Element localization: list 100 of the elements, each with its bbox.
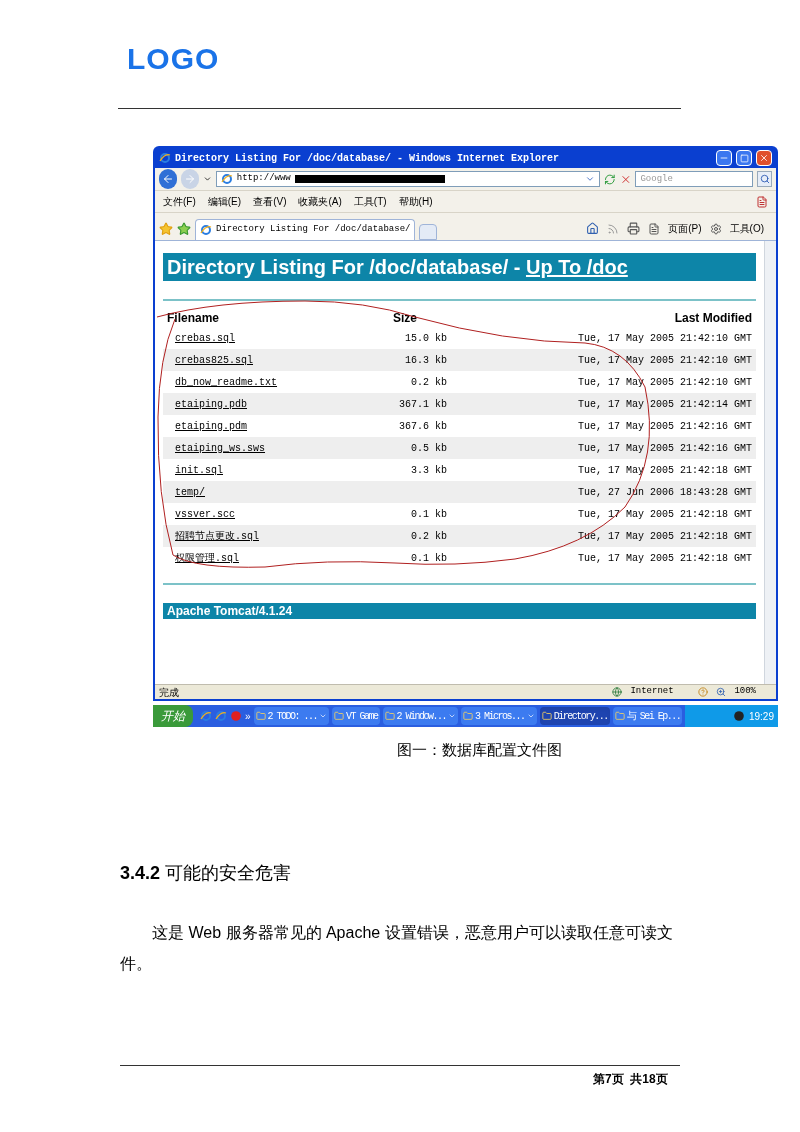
modified-date: Tue, 17 May 2005 21:42:18 GMT [576,551,752,566]
menu-item[interactable]: 收藏夹(A) [298,194,342,209]
group-dropdown-icon[interactable] [526,712,535,720]
page-icon[interactable] [756,195,768,208]
scrollbar[interactable] [764,241,776,684]
search-button[interactable] [757,171,772,187]
window-icon [384,711,395,721]
modified-date: Tue, 17 May 2005 21:42:10 GMT [576,353,752,368]
taskbar-item[interactable]: Directory... [539,707,610,725]
file-size: 367.1 kb [398,397,447,412]
more-launchers[interactable]: » [245,708,251,724]
file-link[interactable]: etaiping_ws.sws [167,440,347,456]
new-tab-button[interactable] [419,224,437,240]
taskbar-label: 与 Sei Ep... [626,709,681,724]
page-number: 第7页 共18页 [593,1070,669,1088]
tools-menu[interactable]: 工具(O) [729,221,772,236]
modified-date: Tue, 17 May 2005 21:42:18 GMT [576,507,752,522]
server-footer: Apache Tomcat/4.1.24 [163,603,756,619]
column-header: Last Modified [673,310,752,327]
home-icon[interactable] [586,222,600,235]
menu-item[interactable]: 文件(F) [163,194,196,209]
taskbar-label: 2 Window... [396,709,447,724]
page-menu[interactable]: 页面(P) [668,221,702,236]
file-link[interactable]: etaiping.pdb [167,396,347,412]
file-size: 0.1 kb [410,507,447,522]
up-link[interactable]: Up To /doc [525,256,628,278]
window-icon [541,711,552,721]
print-icon[interactable] [627,222,641,235]
menu-item[interactable]: 编辑(E) [207,194,242,209]
file-size: 16.3 kb [404,353,447,368]
search-icon [759,174,770,184]
search-field[interactable]: Google [635,171,754,187]
modified-date: Tue, 17 May 2005 21:42:16 GMT [576,419,752,434]
zoom-level[interactable]: 100% [734,685,772,699]
group-dropdown-icon[interactable] [319,712,328,720]
browser-icon [220,173,233,185]
back-button[interactable] [159,169,177,189]
address-dropdown-icon[interactable] [585,174,596,184]
taskbar-label: VT Game [346,709,378,724]
maximize-button[interactable] [736,150,752,166]
browser-icon [215,710,227,722]
file-link[interactable]: init.sql [167,462,347,478]
tray-icon[interactable] [732,710,745,722]
logo: LOGO [127,45,221,73]
zone-text: Internet [630,685,675,699]
menu-item[interactable]: 工具(T) [353,194,387,209]
body-paragraph: 这是 Web 服务器常见的 Apache 设置错误，恶意用户可以读取任意可读文件。 [120,922,674,974]
file-size: 0.2 kb [410,529,447,544]
favorites-icon[interactable] [159,222,173,236]
file-link[interactable]: temp/ [167,484,347,500]
file-link[interactable]: etaiping.pdm [167,418,347,434]
file-link[interactable]: db_now_readme.txt [167,374,347,390]
menu-item[interactable]: 查看(V) [253,194,287,209]
file-size: 0.5 kb [410,441,447,456]
help-icon[interactable] [698,687,709,697]
forward-arrow-icon [183,173,196,185]
menu-item[interactable]: 帮助(H) [398,194,433,209]
zoom-icon[interactable] [716,687,727,697]
tab-title: Directory Listing For /doc/database/ [216,223,411,237]
close-button[interactable] [756,150,772,166]
add-favorite-icon[interactable] [177,222,191,236]
file-size: 0.1 kb [410,551,447,566]
file-link[interactable]: 招聘节点更改.sql [167,528,347,544]
browser-icon [200,710,212,722]
taskbar-item[interactable]: 3 Micros... [461,707,537,725]
browser-icon [200,224,212,236]
modified-date: Tue, 17 May 2005 21:42:16 GMT [576,441,752,456]
modified-date: Tue, 17 May 2005 21:42:14 GMT [576,397,752,412]
page-icon[interactable] [648,222,661,235]
taskbar-label: 3 Micros... [475,709,525,724]
address-field[interactable]: http://www [215,171,601,187]
group-dropdown-icon[interactable] [448,712,457,720]
clock: 19:29 [748,709,774,724]
history-dropdown-icon[interactable] [202,174,212,184]
column-header: Filename [167,310,221,327]
minimize-button[interactable] [716,150,732,166]
page-title: Directory Listing For /doc/database/ - Up To /doc [163,253,756,281]
section-heading: 3.4.2 可能的安全危害 [120,861,293,885]
taskbar-item[interactable]: 2 Window... [382,707,459,725]
globe-icon [612,687,623,697]
file-link[interactable]: crebas.sql [167,330,347,346]
file-size: 3.3 kb [410,463,447,478]
taskbar-item[interactable]: 2 TODO: ... [253,707,330,725]
file-link[interactable]: vssver.scc [167,506,347,522]
taskbar-item[interactable]: 与 Sei Ep... [612,707,683,725]
modified-date: Tue, 17 May 2005 21:42:10 GMT [576,375,752,390]
status-text: 完成 [159,685,179,700]
taskbar-label: 2 TODO: ... [267,709,318,724]
file-size: 0.2 kb [410,375,447,390]
file-link[interactable]: crebas825.sql [167,352,347,368]
modified-date: Tue, 17 May 2005 21:42:18 GMT [576,463,752,478]
taskbar-item[interactable]: VT Game [332,707,380,725]
browser-tab[interactable]: Directory Listing For /doc/database/ [195,219,415,240]
settings-icon[interactable] [709,222,722,235]
start-button[interactable]: 开始 [153,705,193,727]
refresh-icon[interactable] [604,172,616,186]
taskbar-label: Directory... [553,709,608,724]
feed-icon[interactable] [607,222,620,235]
file-size: 15.0 kb [404,331,447,346]
window-icon [255,711,266,721]
